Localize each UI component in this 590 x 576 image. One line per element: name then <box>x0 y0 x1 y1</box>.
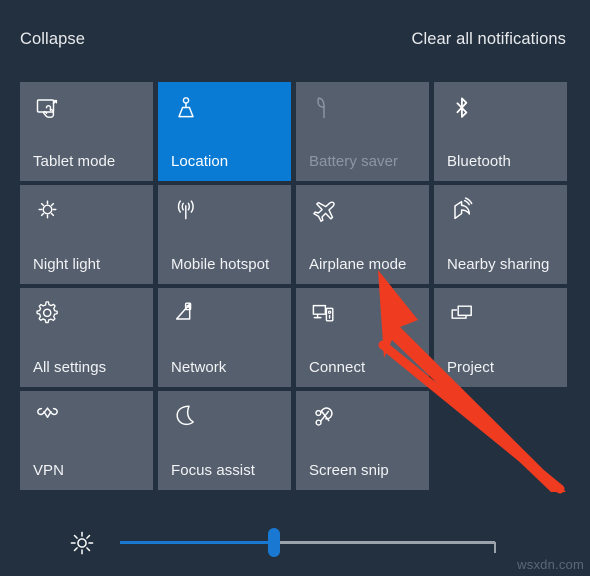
quick-action-label: Tablet mode <box>33 153 116 170</box>
quick-action-label: All settings <box>33 359 107 376</box>
mobile-hotspot-icon <box>171 196 201 226</box>
network-wifi-icon <box>171 299 201 329</box>
airplane-mode-icon <box>309 196 339 226</box>
quick-action-label: Battery saver <box>309 153 399 170</box>
watermark: wsxdn.com <box>517 557 584 572</box>
battery-saver-icon <box>309 93 339 123</box>
quick-action-label: Location <box>171 153 229 170</box>
quick-action-tile-empty-slot <box>434 391 567 490</box>
quick-action-tile-night-light[interactable]: Night light <box>20 185 153 284</box>
project-icon <box>447 299 477 329</box>
quick-action-label: Bluetooth <box>447 153 511 170</box>
slider-end-cap <box>494 542 496 553</box>
quick-action-label: Mobile hotspot <box>171 256 270 273</box>
quick-action-label: Screen snip <box>309 462 389 479</box>
action-center-header: Collapse Clear all notifications <box>0 0 590 78</box>
slider-fill <box>120 541 274 544</box>
quick-action-tile-tablet-mode[interactable]: Tablet mode <box>20 82 153 181</box>
slider-thumb[interactable] <box>267 528 280 557</box>
brightness-slider[interactable] <box>120 528 496 557</box>
quick-action-label: Project <box>447 359 495 376</box>
moon-icon <box>171 402 201 432</box>
quick-action-tile-bluetooth[interactable]: Bluetooth <box>434 82 567 181</box>
night-light-icon <box>33 196 63 226</box>
clear-all-notifications-button[interactable]: Clear all notifications <box>411 30 566 49</box>
quick-action-tile-vpn[interactable]: VPN <box>20 391 153 490</box>
quick-action-tile-airplane-mode[interactable]: Airplane mode <box>296 185 429 284</box>
quick-action-tile-mobile-hotspot[interactable]: Mobile hotspot <box>158 185 291 284</box>
quick-action-tile-nearby-sharing[interactable]: Nearby sharing <box>434 185 567 284</box>
quick-action-label: Airplane mode <box>309 256 407 273</box>
screen-snip-icon <box>309 402 339 432</box>
connect-icon <box>309 299 339 329</box>
vpn-icon <box>33 402 63 432</box>
collapse-button[interactable]: Collapse <box>20 30 85 49</box>
quick-action-tile-location[interactable]: Location <box>158 82 291 181</box>
brightness-icon <box>68 529 96 557</box>
location-icon <box>171 93 201 123</box>
quick-action-tile-focus-assist[interactable]: Focus assist <box>158 391 291 490</box>
quick-action-label: VPN <box>33 462 64 479</box>
quick-action-label: Focus assist <box>171 462 255 479</box>
quick-action-tile-all-settings[interactable]: All settings <box>20 288 153 387</box>
quick-actions-grid: Tablet mode Location Battery saver Bluet… <box>20 82 568 490</box>
quick-action-tile-network[interactable]: Network <box>158 288 291 387</box>
brightness-slider-row <box>0 510 590 576</box>
quick-action-label: Nearby sharing <box>447 256 550 273</box>
quick-action-tile-connect[interactable]: Connect <box>296 288 429 387</box>
bluetooth-icon <box>456 97 468 118</box>
quick-action-tile-project[interactable]: Project <box>434 288 567 387</box>
nearby-sharing-icon <box>447 196 477 226</box>
quick-action-tile-battery-saver[interactable]: Battery saver <box>296 82 429 181</box>
quick-action-label: Network <box>171 359 227 376</box>
tablet-mode-icon <box>33 93 63 123</box>
quick-action-label: Connect <box>309 359 366 376</box>
quick-action-tile-screen-snip[interactable]: Screen snip <box>296 391 429 490</box>
quick-action-label: Night light <box>33 256 101 273</box>
gear-icon <box>33 299 63 329</box>
